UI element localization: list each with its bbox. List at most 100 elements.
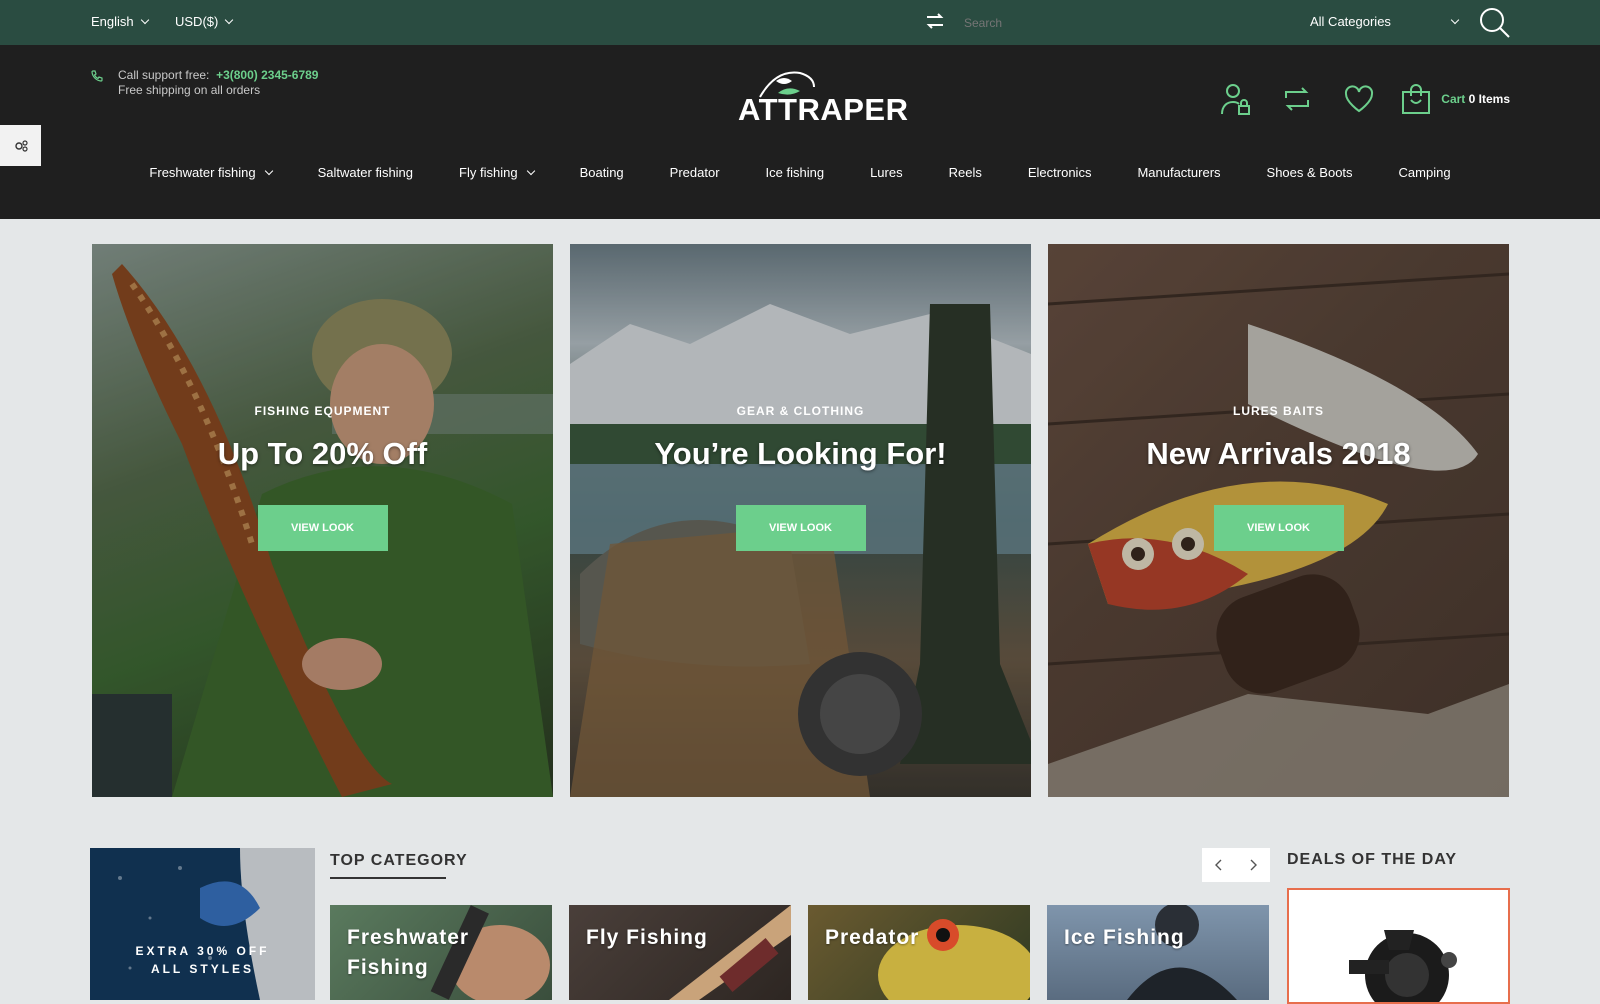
phone-icon: [91, 69, 103, 87]
category-title: Freshwater Fishing: [347, 923, 469, 983]
nav-item-freshwater-fishing[interactable]: Freshwater fishing: [149, 165, 273, 180]
nav-item-label: Fly fishing: [459, 165, 518, 180]
logo-text: ATTRAPER: [738, 92, 909, 127]
banner-kicker: LURES BAITS: [1232, 404, 1324, 418]
banner-content: GEAR & CLOTHING You’re Looking For! VIEW…: [570, 404, 1031, 551]
header-actions: Cart 0 Items: [1193, 79, 1510, 119]
shipping-note: Free shipping on all orders: [118, 83, 261, 97]
compare-icon[interactable]: [1277, 79, 1317, 119]
main-nav: Freshwater fishing Saltwater fishing Fly…: [0, 165, 1600, 180]
category-title-line: Predator: [825, 926, 920, 949]
search-icon[interactable]: [1478, 6, 1512, 43]
main-header: Call support free: +3(800) 2345-6789 Fre…: [0, 45, 1600, 219]
nav-item-label: Camping: [1398, 165, 1451, 180]
nav-item-predator[interactable]: Predator: [670, 165, 720, 180]
banner-lures-baits[interactable]: LURES BAITS New Arrivals 2018 VIEW LOOK: [1048, 244, 1509, 797]
category-select[interactable]: All Categories: [1310, 14, 1460, 29]
banner-kicker: GEAR & CLOTHING: [736, 404, 865, 418]
chevron-down-icon: [140, 15, 149, 25]
promo-text: EXTRA 30% OFF ALL STYLES: [90, 942, 315, 978]
support-phone-link[interactable]: +3(800) 2345-6789: [216, 68, 318, 82]
fishing-reel-product-image: [1349, 930, 1457, 1002]
nav-item-label: Freshwater fishing: [149, 165, 256, 180]
language-label: English: [91, 14, 134, 29]
chevron-down-icon: [526, 166, 535, 176]
chevron-right-icon: [1250, 859, 1257, 871]
nav-item-manufacturers[interactable]: Manufacturers: [1137, 165, 1220, 180]
banner-kicker: FISHING EQUPMENT: [254, 404, 391, 418]
nav-item-saltwater-fishing[interactable]: Saltwater fishing: [318, 165, 413, 180]
category-card-ice-fishing[interactable]: Ice Fishing: [1047, 905, 1269, 1000]
nav-item-label: Boating: [579, 165, 624, 180]
category-select-label: All Categories: [1310, 14, 1391, 29]
nav-item-camping[interactable]: Camping: [1399, 165, 1451, 180]
promo-line-1: EXTRA 30% OFF: [135, 944, 270, 958]
nav-item-label: Predator: [669, 165, 720, 180]
support-label: Call support free:: [118, 68, 210, 82]
chevron-down-icon: [264, 166, 273, 176]
banner-title: Up To 20% Off: [217, 436, 428, 471]
nav-item-label: Reels: [948, 165, 982, 180]
nav-item-shoes-boots[interactable]: Shoes & Boots: [1267, 165, 1353, 180]
cart-button[interactable]: Cart 0 Items: [1401, 83, 1510, 115]
view-look-button[interactable]: VIEW LOOK: [735, 505, 866, 551]
nav-item-ice-fishing[interactable]: Ice fishing: [766, 165, 825, 180]
promo-line-2: ALL STYLES: [150, 962, 255, 976]
gears-icon: [14, 139, 28, 152]
wishlist-heart-icon[interactable]: [1339, 79, 1379, 119]
currency-label: USD($): [175, 14, 219, 29]
nav-item-fly-fishing[interactable]: Fly fishing: [459, 165, 535, 180]
banner-content: FISHING EQUPMENT Up To 20% Off VIEW LOOK: [92, 404, 553, 551]
chevron-down-icon: [1450, 15, 1460, 25]
nav-item-electronics[interactable]: Electronics: [1028, 165, 1092, 180]
site-logo[interactable]: ATTRAPER: [738, 67, 910, 129]
category-card-freshwater-fishing[interactable]: Freshwater Fishing: [330, 905, 552, 1000]
category-card-fly-fishing[interactable]: Fly Fishing: [569, 905, 791, 1000]
chevron-down-icon: [225, 15, 234, 25]
cart-count: 0 Items: [1468, 92, 1510, 106]
cart-label: Cart: [1441, 92, 1466, 106]
category-title-line: Ice Fishing: [1064, 926, 1185, 949]
top-category-title: TOP CATEGORY: [330, 852, 468, 869]
category-title: Predator: [825, 923, 919, 953]
category-title-line: Freshwater: [347, 926, 470, 949]
category-card-predator[interactable]: Predator: [808, 905, 1030, 1000]
category-title-line: Fishing: [347, 956, 429, 979]
nav-item-reels[interactable]: Reels: [949, 165, 982, 180]
view-look-button[interactable]: VIEW LOOK: [257, 505, 388, 551]
category-title: Fly Fishing: [586, 923, 708, 953]
shopping-bag-icon: [1402, 84, 1431, 114]
support-info: Call support free: +3(800) 2345-6789 Fre…: [118, 68, 318, 98]
promo-extra-off[interactable]: EXTRA 30% OFF ALL STYLES: [90, 848, 315, 1000]
carousel-arrows: [1202, 848, 1270, 882]
nav-item-label: Saltwater fishing: [317, 165, 414, 180]
nav-item-boating[interactable]: Boating: [580, 165, 624, 180]
banner-gear-clothing[interactable]: GEAR & CLOTHING You’re Looking For! VIEW…: [570, 244, 1031, 797]
category-title: Ice Fishing: [1064, 923, 1185, 953]
banner-title: New Arrivals 2018: [1146, 436, 1411, 471]
nav-item-label: Lures: [870, 165, 903, 180]
top-bar: English USD($) All Categories: [0, 0, 1600, 45]
compare-toggle-icon[interactable]: [925, 13, 945, 32]
currency-selector[interactable]: USD($): [175, 14, 234, 29]
nav-item-lures[interactable]: Lures: [870, 165, 903, 180]
deals-of-the-day-title: DEALS OF THE DAY: [1287, 851, 1458, 868]
language-selector[interactable]: English: [91, 14, 149, 29]
category-title-line: Fly Fishing: [586, 926, 708, 949]
nav-item-label: Ice fishing: [765, 165, 825, 180]
section-title-underline: [330, 877, 446, 879]
nav-item-label: Shoes & Boots: [1266, 165, 1353, 180]
deal-product-card[interactable]: [1287, 888, 1510, 1004]
banner-title: You’re Looking For!: [654, 436, 947, 471]
banner-content: LURES BAITS New Arrivals 2018 VIEW LOOK: [1048, 404, 1509, 551]
settings-panel-toggle[interactable]: [0, 125, 41, 166]
carousel-prev-button[interactable]: [1202, 848, 1236, 882]
chevron-left-icon: [1215, 859, 1222, 871]
carousel-next-button[interactable]: [1236, 848, 1270, 882]
nav-item-label: Manufacturers: [1137, 165, 1221, 180]
view-look-button[interactable]: VIEW LOOK: [1213, 505, 1344, 551]
account-icon[interactable]: [1215, 79, 1255, 119]
search-input[interactable]: [962, 12, 1266, 34]
nav-item-label: Electronics: [1027, 165, 1092, 180]
banner-fishing-equipment[interactable]: FISHING EQUPMENT Up To 20% Off VIEW LOOK: [92, 244, 553, 797]
